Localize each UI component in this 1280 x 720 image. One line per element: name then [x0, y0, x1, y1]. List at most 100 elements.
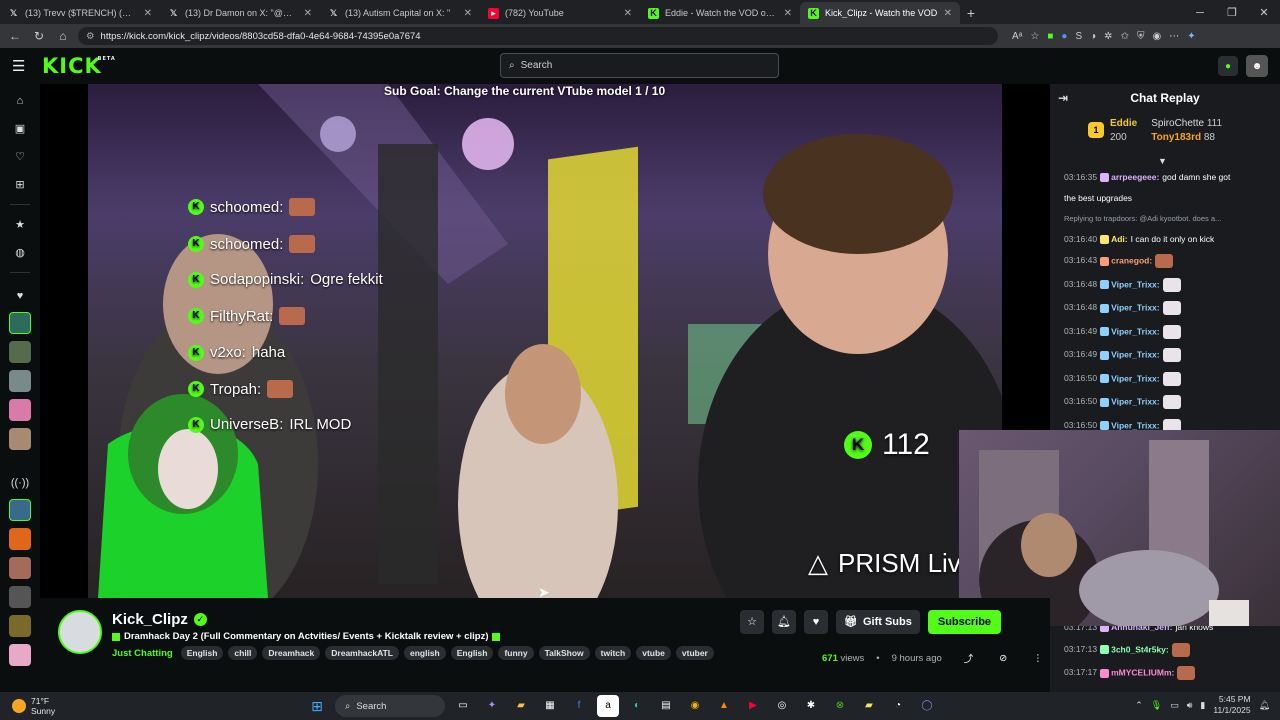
leader-name[interactable]: Eddie — [1110, 118, 1137, 129]
tag[interactable]: funny — [498, 646, 534, 660]
network-icon[interactable]: ▭ — [1170, 700, 1179, 711]
store-icon[interactable]: ▦ — [539, 695, 561, 717]
following-heart-icon[interactable]: ♡ — [10, 147, 30, 167]
video-player[interactable]: Sub Goal: Change the current VTube model… — [40, 84, 1050, 598]
file-explorer-icon[interactable]: ▰ — [510, 695, 532, 717]
share-icon[interactable]: ⤴ — [964, 651, 974, 665]
hide-icon[interactable]: ⊘ — [999, 653, 1007, 664]
browser-tab[interactable]: K Eddie - Watch the VOD on Kick ✕ — [640, 2, 800, 24]
followed-channel-avatar[interactable] — [9, 370, 31, 392]
channel-avatar[interactable] — [58, 610, 102, 654]
tag[interactable]: English — [180, 646, 224, 660]
shield-icon[interactable]: ⛨ — [1137, 31, 1145, 42]
site-info-icon[interactable]: ⚙ — [86, 31, 95, 42]
sticky-notes-icon[interactable]: ▰ — [858, 695, 880, 717]
subscribe-button[interactable]: Subscribe — [927, 610, 1002, 634]
close-tab-icon[interactable]: ✕ — [944, 8, 952, 19]
follow-heart-icon[interactable]: ♥ — [804, 610, 828, 634]
star-icon[interactable]: ★ — [10, 215, 30, 235]
recommended-channel-avatar[interactable] — [9, 615, 31, 637]
more-options-icon[interactable]: ⋮ — [1033, 653, 1043, 664]
recommended-channel-avatar[interactable] — [9, 557, 31, 579]
facebook-icon[interactable]: f — [568, 695, 590, 717]
tag[interactable]: english — [404, 646, 446, 660]
tray-overflow-icon[interactable]: ⌃ — [1135, 700, 1143, 711]
more-icon[interactable]: ⋯ — [1169, 31, 1179, 42]
favorites-icon[interactable]: ✩ — [1121, 31, 1129, 42]
message-username[interactable]: arrpeegeee: — [1111, 172, 1159, 182]
favorite-star-icon[interactable]: ☆ — [1030, 31, 1039, 42]
tag[interactable]: vtuber — [675, 646, 714, 660]
message-username[interactable]: Viper_Trixx: — [1111, 326, 1160, 336]
message-username[interactable]: Viper_Trixx: — [1111, 279, 1160, 289]
obs-icon[interactable]: ◔ — [887, 695, 909, 717]
profile-icon[interactable]: ◉ — [1152, 31, 1161, 42]
close-tab-icon[interactable]: ✕ — [464, 8, 472, 19]
channel-name[interactable]: Kick_Clipz — [112, 611, 188, 628]
close-tab-icon[interactable]: ✕ — [624, 8, 632, 19]
mic-icon[interactable]: 🎙︎ — [1151, 700, 1162, 711]
message-username[interactable]: Viper_Trixx: — [1111, 373, 1160, 383]
amazon-icon[interactable]: a — [597, 695, 619, 717]
message-username[interactable]: Viper_Trixx: — [1111, 349, 1160, 359]
message-username[interactable]: Viper_Trixx: — [1111, 420, 1160, 430]
notifications-icon[interactable]: 🔔︎ — [1259, 700, 1270, 711]
copilot-icon[interactable]: ✦ — [1187, 31, 1195, 42]
minimize-icon[interactable]: ─ — [1184, 2, 1216, 24]
browser-tab[interactable]: 𝕏 (13) Autism Capital on X: " ✕ — [320, 2, 480, 24]
refresh-icon[interactable]: ↻ — [30, 29, 48, 43]
message-username[interactable]: Viper_Trixx: — [1111, 396, 1160, 406]
controller-icon[interactable]: ◍ — [10, 243, 30, 263]
followed-channel-avatar[interactable] — [9, 428, 31, 450]
kick-logo[interactable]: KICK BETA — [42, 54, 115, 78]
tag[interactable]: DreamhackATL — [325, 646, 399, 660]
message-username[interactable]: Viper_Trixx: — [1111, 302, 1160, 312]
kick-badge-icon[interactable]: ● — [1218, 56, 1238, 76]
extension-icon[interactable]: S — [1075, 31, 1082, 42]
close-window-icon[interactable]: ✕ — [1248, 2, 1280, 24]
tag[interactable]: chill — [228, 646, 258, 660]
battery-icon[interactable]: ▮ — [1200, 700, 1205, 711]
clock[interactable]: 5:45 PM 11/1/2025 — [1213, 694, 1250, 716]
home-icon[interactable]: ⌂ — [54, 29, 72, 43]
calculator-icon[interactable]: ▤ — [655, 695, 677, 717]
browser-tab[interactable]: 𝕏 (13) Dr Damon on X: "@Svntvmv ✕ — [160, 2, 320, 24]
start-icon[interactable]: ⊞ — [306, 695, 328, 717]
live-broadcast-icon[interactable]: ((·)) — [10, 473, 30, 493]
tag[interactable]: vtube — [636, 646, 671, 660]
discord-icon[interactable]: ◯ — [916, 695, 938, 717]
restore-icon[interactable]: ❐ — [1216, 2, 1248, 24]
extension-icon[interactable]: ◑ — [1090, 31, 1096, 42]
close-tab-icon[interactable]: ✕ — [784, 8, 792, 19]
new-tab-button[interactable]: + — [960, 2, 982, 24]
star-icon[interactable]: ☆ — [740, 610, 764, 634]
tag[interactable]: English — [450, 646, 494, 660]
extension-icon[interactable]: ● — [1061, 31, 1067, 42]
leader-name[interactable]: Tony183rd — [1151, 132, 1201, 143]
back-icon[interactable]: ← — [6, 29, 24, 43]
steam-icon[interactable]: ◎ — [771, 695, 793, 717]
taskbar-search[interactable]: ⌕ Search — [335, 695, 445, 717]
puzzle-icon[interactable]: ✲ — [1104, 31, 1112, 42]
collapse-chat-icon[interactable]: ⇥ — [1058, 91, 1068, 105]
tag[interactable]: Dreamhack — [262, 646, 321, 660]
weather-widget[interactable]: 71°F Sunny — [12, 696, 55, 716]
browse-icon[interactable]: ▣ — [10, 119, 30, 139]
browser-tab[interactable]: ▸ (782) YouTube ✕ — [480, 2, 640, 24]
recommended-channel-avatar[interactable] — [9, 586, 31, 608]
bell-icon[interactable]: 🔔︎ — [772, 610, 796, 634]
categories-icon[interactable]: ⊞ — [10, 175, 30, 195]
browser-tab-active[interactable]: K Kick_Clipz - Watch the VOD ✕ — [800, 2, 960, 24]
recommended-channel-avatar[interactable] — [9, 644, 31, 666]
url-field[interactable]: ⚙ https://kick.com/kick_clipz/videos/880… — [78, 27, 998, 45]
vlc-icon[interactable]: ▲ — [713, 695, 735, 717]
recommended-channel-avatar[interactable] — [9, 499, 31, 521]
category-link[interactable]: Just Chatting — [112, 648, 173, 659]
leader-name[interactable]: SpiroChette — [1151, 118, 1204, 129]
app-icon[interactable]: ✱ — [800, 695, 822, 717]
xbox-icon[interactable]: ⊗ — [829, 695, 851, 717]
task-view-icon[interactable]: ▭ — [452, 695, 474, 717]
gift-subs-button[interactable]: 🎁︎ Gift Subs — [836, 610, 920, 634]
message-username[interactable]: cranegod: — [1111, 255, 1152, 265]
followed-channel-avatar[interactable] — [9, 399, 31, 421]
